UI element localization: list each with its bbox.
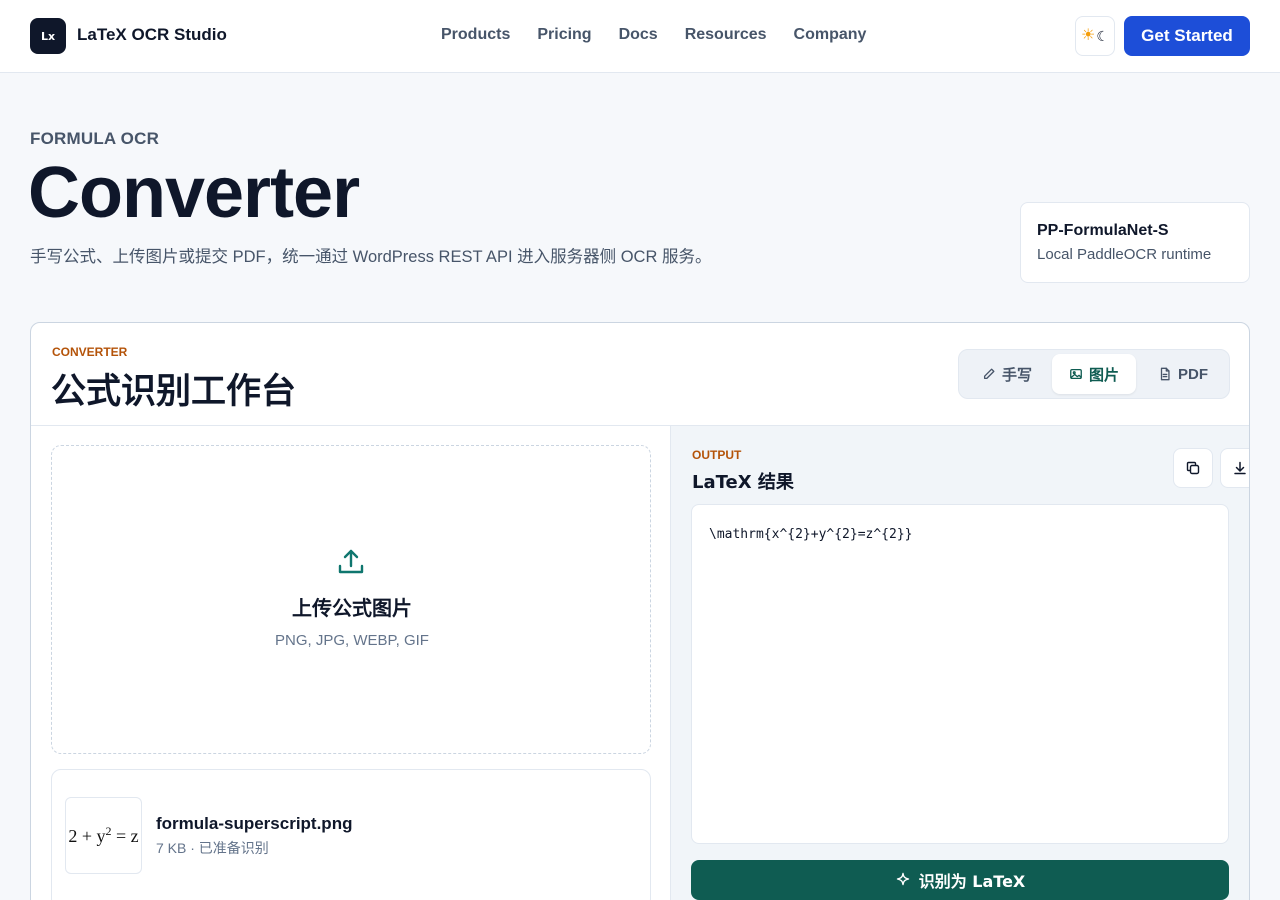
sun-icon: ☀ — [1081, 27, 1096, 44]
tab-label: 手写 — [1001, 366, 1032, 384]
model-info-card: PP-FormulaNet-S Local PaddleOCR runtime — [1020, 202, 1250, 283]
converter-card: CONVERTER 公式识别工作台 手写 图片 PDF 上传公式图片 PNG, … — [30, 322, 1250, 900]
nav-link-products[interactable]: Products — [441, 26, 510, 44]
get-started-button[interactable]: Get Started — [1124, 16, 1250, 56]
tab-label: PDF — [1178, 365, 1208, 383]
tab-pdf[interactable]: PDF — [1141, 354, 1225, 394]
upload-icon — [338, 549, 364, 574]
input-pane: 上传公式图片 PNG, JPG, WEBP, GIF 2 + y2 = z fo… — [31, 426, 671, 900]
recognize-latex-button[interactable]: 识别为 LaTeX — [691, 860, 1229, 900]
top-navbar: Lx LaTeX OCR Studio Products Pricing Doc… — [0, 0, 1280, 73]
file-meta: 7 KB · 已准备识别 — [156, 840, 269, 856]
file-name: formula-superscript.png — [156, 814, 353, 833]
pencil-icon — [983, 368, 995, 380]
copy-icon — [1186, 461, 1200, 475]
hero-subtitle: 手写公式、上传图片或提交 PDF，统一通过 WordPress REST API… — [30, 248, 712, 266]
upload-formats: PNG, JPG, WEBP, GIF — [275, 632, 429, 649]
recognize-label: 识别为 LaTeX — [918, 872, 1026, 891]
nav-link-company[interactable]: Company — [794, 26, 867, 44]
latex-output-field[interactable]: \mathrm{x^{2}+y^{2}=z^{2}} — [691, 504, 1229, 844]
page-title: Converter — [28, 153, 360, 233]
converter-header: CONVERTER 公式识别工作台 手写 图片 PDF — [31, 323, 1249, 426]
brand-name[interactable]: LaTeX OCR Studio — [77, 25, 227, 45]
upload-title: 上传公式图片 — [292, 596, 412, 620]
theme-toggle-button[interactable]: ☀ ☾ — [1075, 16, 1115, 56]
output-pane: OUTPUT LaTeX 结果 \mathrm{x^{2}+y^{2}=z^{2… — [671, 426, 1249, 900]
input-mode-tabs: 手写 图片 PDF — [958, 349, 1230, 399]
copy-button[interactable] — [1173, 448, 1213, 488]
tab-image[interactable]: 图片 — [1052, 354, 1136, 394]
image-icon — [1070, 368, 1082, 380]
model-name: PP-FormulaNet-S — [1037, 222, 1169, 239]
sparkle-icon — [896, 872, 909, 886]
hero-eyebrow: FORMULA OCR — [30, 129, 160, 148]
model-runtime: Local PaddleOCR runtime — [1037, 246, 1212, 263]
moon-icon: ☾ — [1096, 28, 1109, 44]
output-eyebrow: OUTPUT — [692, 448, 742, 462]
output-title: LaTeX 结果 — [692, 472, 794, 493]
formula-thumbnail: 2 + y2 = z — [65, 797, 142, 874]
nav-links: Products Pricing Docs Resources Company — [441, 26, 866, 44]
tab-label: 图片 — [1088, 366, 1119, 384]
converter-eyebrow: CONVERTER — [52, 345, 128, 359]
tab-handwrite[interactable]: 手写 — [965, 354, 1049, 394]
download-icon — [1234, 461, 1246, 475]
converter-title: 公式识别工作台 — [51, 372, 297, 412]
file-icon — [1160, 367, 1170, 381]
upload-dropzone[interactable]: 上传公式图片 PNG, JPG, WEBP, GIF — [51, 445, 651, 754]
logo-icon[interactable]: Lx — [30, 18, 66, 54]
download-button[interactable] — [1220, 448, 1249, 488]
nav-link-pricing[interactable]: Pricing — [537, 26, 591, 44]
nav-link-docs[interactable]: Docs — [619, 26, 658, 44]
uploaded-file-card: 2 + y2 = z formula-superscript.png 7 KB … — [51, 769, 651, 900]
nav-link-resources[interactable]: Resources — [685, 26, 767, 44]
